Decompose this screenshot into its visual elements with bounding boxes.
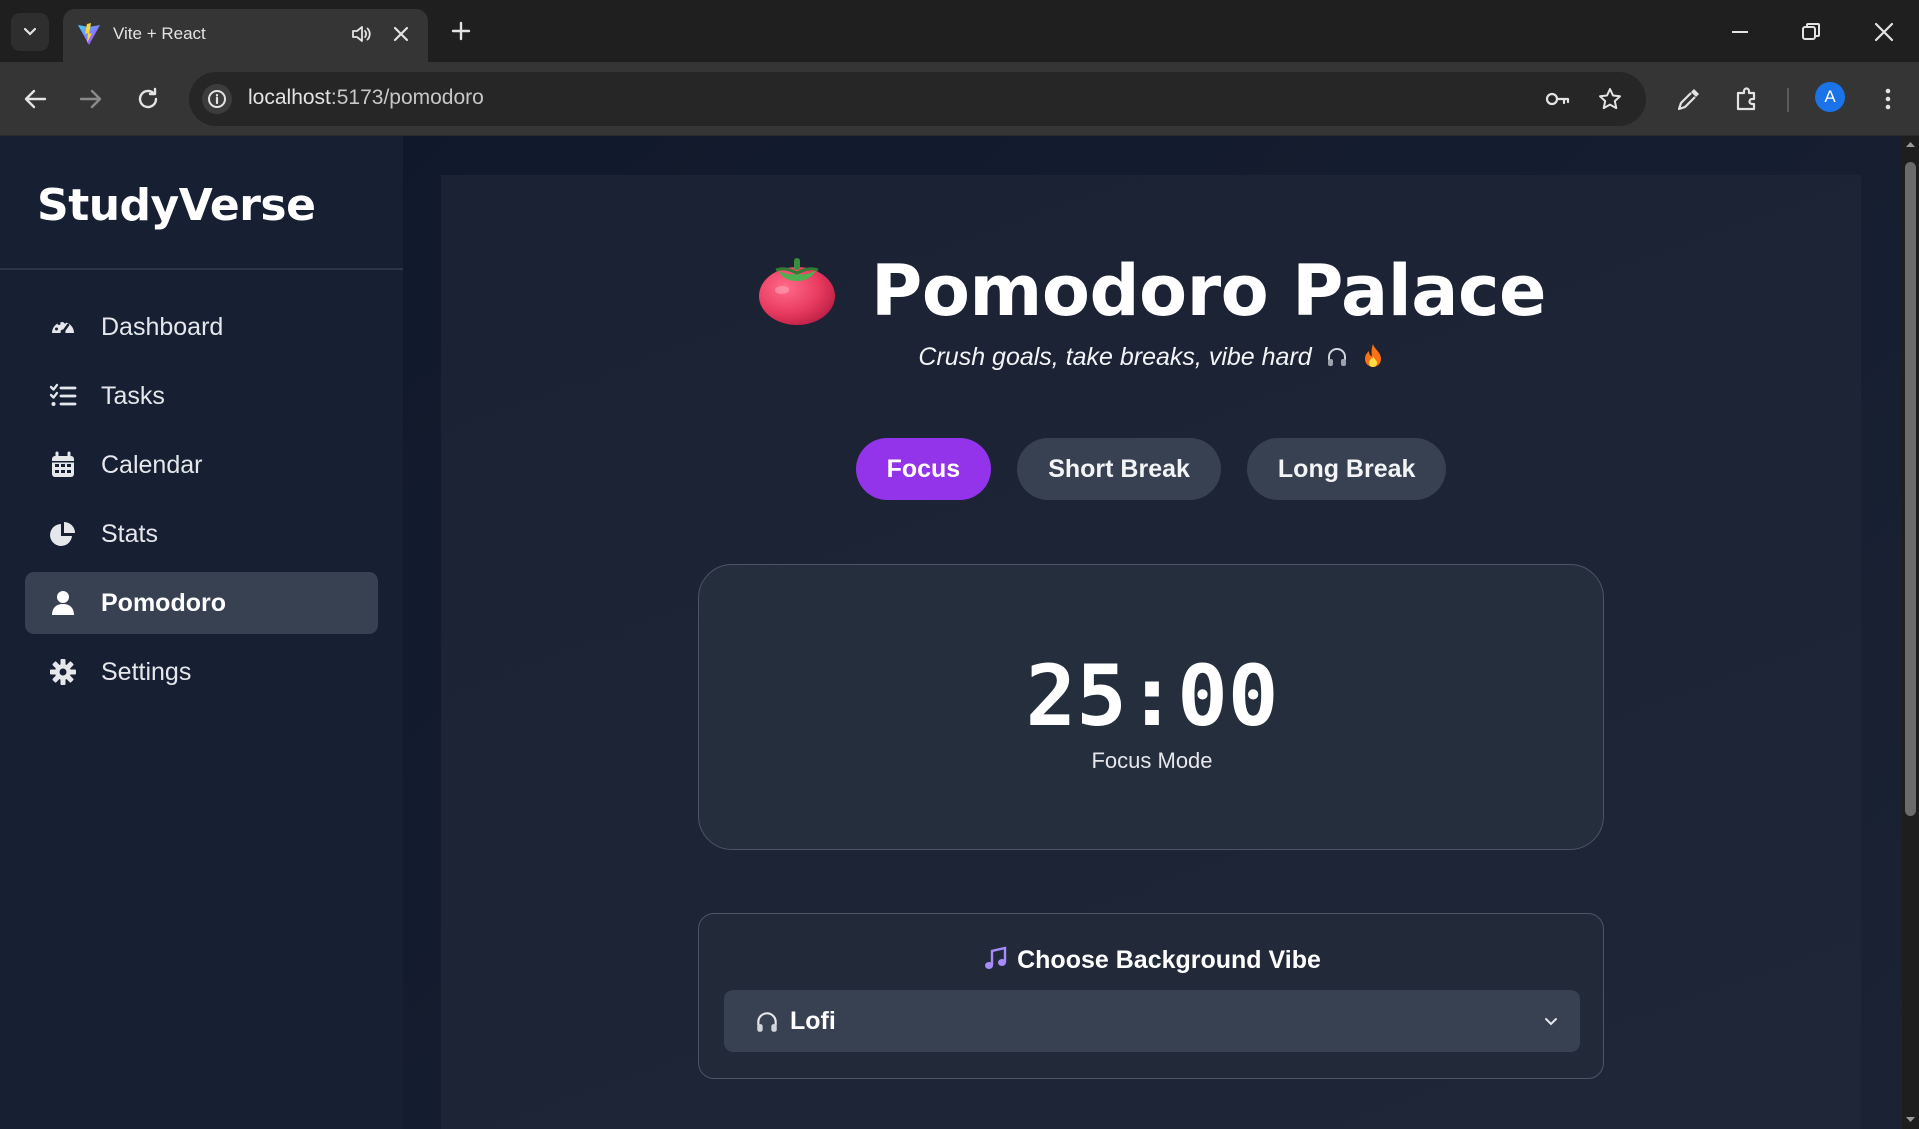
sidebar-item-tasks[interactable]: Tasks: [25, 365, 378, 427]
sidebar-item-pomodoro[interactable]: Pomodoro: [25, 572, 378, 634]
url-path: :5173/pomodoro: [330, 86, 484, 109]
extensions-puzzle-icon[interactable]: [1732, 84, 1762, 114]
sidebar-item-calendar[interactable]: Calendar: [25, 434, 378, 496]
timer-card: 25:00 Focus Mode: [698, 564, 1604, 850]
long-break-button[interactable]: Long Break: [1246, 438, 1447, 500]
forward-arrow-icon[interactable]: [74, 82, 108, 116]
pomodoro-panel: Pomodoro Palace Crush goals, take breaks…: [441, 175, 1861, 1129]
restore-icon[interactable]: [1797, 18, 1825, 46]
focus-mode-button[interactable]: Focus: [855, 438, 992, 500]
url-text: localhost:5173/pomodoro: [248, 86, 484, 110]
sidebar-item-label: Tasks: [101, 381, 165, 410]
vibe-card-title: Choose Background Vibe: [699, 946, 1605, 975]
gauge-icon: [48, 312, 78, 342]
sidebar: StudyVerse Dashboard Tasks Calendar Stat…: [0, 136, 403, 1129]
page-scrollbar[interactable]: [1902, 136, 1919, 1129]
gear-icon: [48, 657, 78, 687]
user-icon: [48, 588, 78, 618]
profile-avatar[interactable]: A: [1815, 82, 1845, 112]
scrollbar-thumb[interactable]: [1905, 162, 1916, 816]
site-info-button[interactable]: [202, 84, 232, 114]
short-break-button[interactable]: Short Break: [1017, 438, 1221, 500]
browser-tab-bar: Vite + React: [0, 0, 1919, 62]
app-viewport: StudyVerse Dashboard Tasks Calendar Stat…: [0, 136, 1902, 1129]
mode-selector: Focus Short Break Long Break: [441, 438, 1861, 500]
browser-toolbar: localhost:5173/pomodoro A: [0, 62, 1919, 136]
minimize-icon[interactable]: [1726, 18, 1754, 46]
info-icon: [208, 90, 226, 108]
sidebar-item-label: Settings: [101, 657, 192, 686]
vibe-selected-value: Lofi: [754, 1007, 836, 1036]
brand-logo[interactable]: StudyVerse: [37, 180, 316, 231]
back-arrow-icon[interactable]: [18, 82, 52, 116]
speaker-icon[interactable]: [350, 23, 372, 45]
vibe-title-text: Choose Background Vibe: [1017, 946, 1321, 974]
page-subtitle: Crush goals, take breaks, vibe hard: [441, 343, 1861, 372]
sidebar-divider: [0, 268, 403, 270]
subtitle-text: Crush goals, take breaks, vibe hard: [918, 343, 1312, 371]
chevron-down-icon: [1545, 1018, 1557, 1026]
star-icon[interactable]: [1596, 85, 1624, 113]
vibe-selected-label: Lofi: [790, 1007, 836, 1035]
sidebar-nav: Dashboard Tasks Calendar Stats Pomodoro …: [25, 296, 378, 710]
sidebar-item-label: Calendar: [101, 450, 203, 479]
kebab-menu-icon[interactable]: [1873, 84, 1903, 114]
timer-mode-label: Focus Mode: [1091, 748, 1213, 773]
url-host: localhost: [248, 86, 331, 109]
tab-title: Vite + React: [113, 24, 206, 43]
vibe-select[interactable]: Lofi: [724, 990, 1580, 1052]
sidebar-item-settings[interactable]: Settings: [25, 641, 378, 703]
close-icon[interactable]: [390, 23, 412, 45]
headphones-icon: [1327, 348, 1346, 366]
window-close-icon[interactable]: [1870, 18, 1898, 46]
vite-logo-icon: [78, 23, 100, 45]
sidebar-item-dashboard[interactable]: Dashboard: [25, 296, 378, 358]
music-note-icon: [985, 946, 1007, 969]
page-title: Pomodoro Palace: [871, 250, 1546, 332]
chevron-down-icon: [23, 27, 37, 36]
address-bar[interactable]: localhost:5173/pomodoro: [189, 72, 1646, 126]
calendar-icon: [48, 450, 78, 480]
scroll-down-arrow-icon[interactable]: [1906, 1115, 1915, 1124]
tomato-icon: [759, 258, 836, 325]
pie-chart-icon: [48, 519, 78, 549]
background-vibe-card: Choose Background Vibe Lofi: [698, 913, 1604, 1079]
eyedropper-icon[interactable]: [1674, 84, 1704, 114]
sidebar-item-stats[interactable]: Stats: [25, 503, 378, 565]
title-row: Pomodoro Palace: [441, 250, 1861, 332]
toolbar-divider: [1787, 88, 1789, 112]
sidebar-item-label: Dashboard: [101, 312, 224, 341]
headphones-icon: [757, 1011, 777, 1032]
tab-search-button[interactable]: [11, 13, 49, 51]
key-icon[interactable]: [1543, 85, 1571, 113]
scroll-up-arrow-icon[interactable]: [1906, 140, 1915, 149]
fire-icon: [1364, 344, 1381, 367]
sidebar-item-label: Pomodoro: [101, 588, 226, 617]
reload-icon[interactable]: [131, 82, 165, 116]
new-tab-plus-icon[interactable]: [446, 16, 476, 46]
list-check-icon: [48, 381, 78, 411]
sidebar-item-label: Stats: [101, 519, 158, 548]
browser-tab[interactable]: Vite + React: [63, 9, 428, 62]
timer-display: 25:00: [1025, 647, 1279, 745]
